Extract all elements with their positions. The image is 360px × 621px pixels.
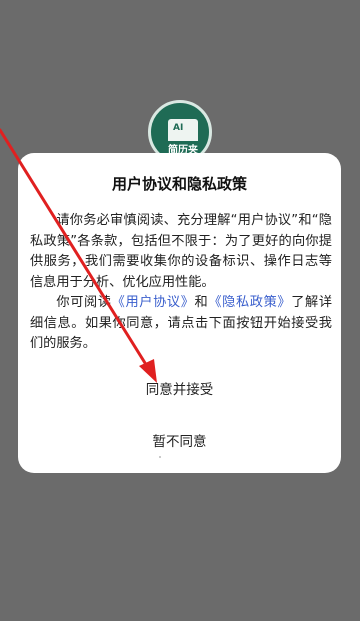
dialog-paragraph-2: 你可阅读《用户协议》和《隐私政策》了解详细信息。如果你同意，请点击下面按钮开始接… [30, 293, 332, 355]
logo-ai-text: AI [173, 123, 184, 133]
decorative-dot [159, 456, 161, 458]
dialog-body: 请你务必审慎阅读、充分理解“用户协议”和“隐私政策”各条款，包括但不限于：为了更… [30, 211, 332, 355]
paragraph-2-prefix: 你可阅读 [56, 295, 112, 310]
disagree-button[interactable]: 暂不同意 [18, 429, 341, 451]
privacy-dialog: 用户协议和隐私政策 请你务必审慎阅读、充分理解“用户协议”和“隐私政策”各条款，… [18, 153, 341, 473]
paragraph-2-and: 和 [194, 295, 209, 310]
dialog-title: 用户协议和隐私政策 [111, 175, 247, 193]
privacy-policy-link[interactable]: 《隐私政策》 [208, 295, 291, 310]
dialog-paragraph-1: 请你务必审慎阅读、充分理解“用户协议”和“隐私政策”各条款，包括但不限于：为了更… [30, 213, 332, 290]
user-agreement-link[interactable]: 《用户协议》 [112, 295, 195, 310]
agree-button[interactable]: 同意并接受 [18, 377, 341, 399]
